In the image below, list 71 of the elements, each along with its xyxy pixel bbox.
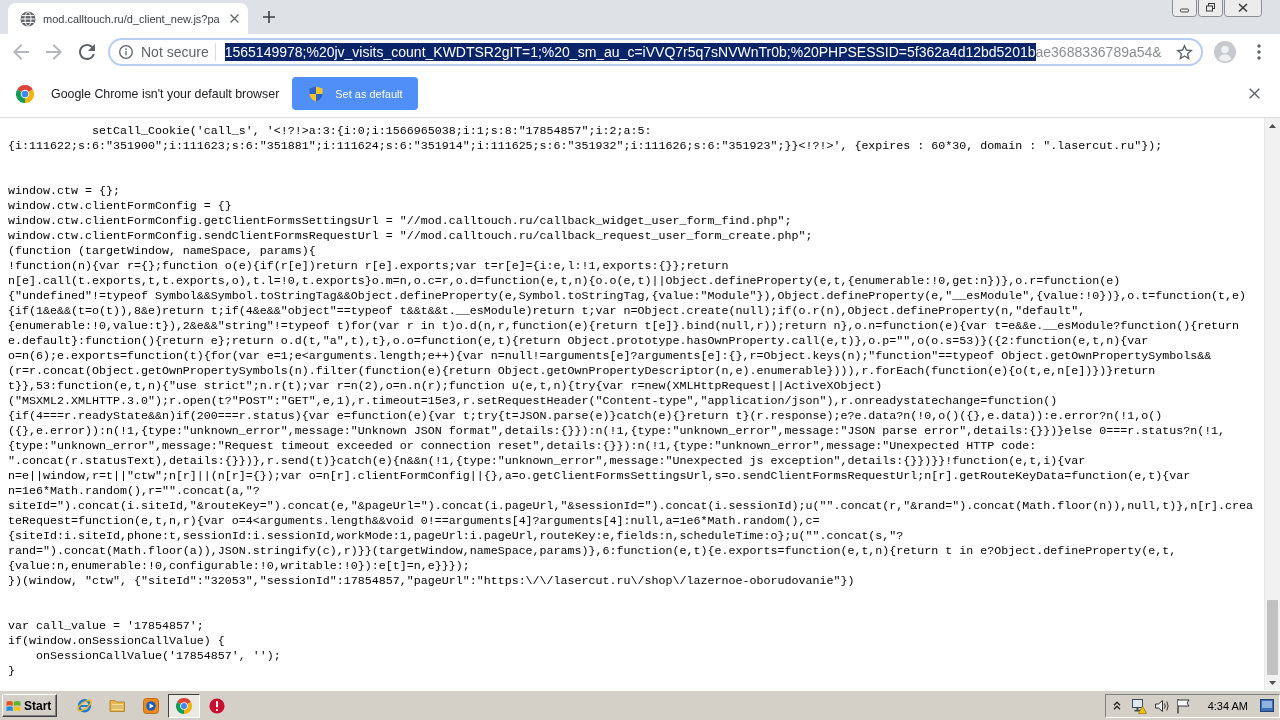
close-icon[interactable] [1249, 88, 1260, 99]
browser-tab[interactable]: mod.calltouch.ru/d_client_new.js?pa [8, 3, 248, 34]
code-line: !function(n){var r={};function o(e){if(r[e])return r[e].exports;var t=r[e]={i:e,l:!1,exports:{}};return [8, 259, 729, 274]
menu-icon[interactable] [1257, 44, 1261, 60]
scrollbar[interactable] [1264, 118, 1280, 690]
code-line: var call_value = '17854857'; [8, 619, 204, 634]
address-bar[interactable]: Not secure 1565149978;%20jv_visits_count_KWDTSR2gIT=1;%20_sm_au_c=iVVQ7r5q7sNVWnTr0b;%20PHPSESSID=5f362a4d12bd5201bae3688336789a54& [108, 38, 1203, 66]
plus-icon[interactable] [263, 11, 275, 23]
star-icon[interactable] [1176, 44, 1193, 60]
start-button[interactable]: Start [2, 694, 58, 717]
code-line: (function (targetWindow, nameSpace, params){ [8, 244, 316, 259]
code-line: ("MSXML2.XMLHTTP.3.0");r.open(t?"POST":"GET",e,1),r.timeout=15e3,r.setRequestHeader("Content-type","application/json"),r.onreadystatechange=function() [8, 394, 1058, 409]
folder-icon [109, 698, 127, 713]
restore-icon[interactable] [1198, 0, 1223, 17]
code-line: siteId=").concat(i.siteId,"&routeKey=").concat(e,"&pageUrl=").concat(i.pageUrl,"&sessionId=").concat(i.sessionId);u("".concat(r,"&rand=").concat(Math.floor(n)),null,t)},n[r].crea [8, 499, 1254, 514]
network-icon[interactable] [1130, 697, 1147, 714]
code-line: ".concat(r.statusText),details:{}})},r.send(t)}catch(e){n&&n(!1,{type:"unknown_error",message:"Unexpected js exception",details:{}})}}!function(e,t,i){var [8, 454, 1086, 469]
scroll-down-icon[interactable] [1269, 680, 1276, 685]
taskbar-button[interactable] [142, 697, 159, 714]
code-line: {enumerable:!0,value:t}),2&e&&"string"!=typeof t)for(var r in t)o.d(n,r,function(e){return t[e]}.bind(null,r));return n},o.n=function(e){var t=e&&e.__esModule?function(){return [8, 319, 1240, 334]
code-line: onSessionCallValue('17854857', ''); [34, 649, 281, 664]
url-text: 1565149978;%20jv_visits_count_KWDTSR2gIT=1;%20_sm_au_c=iVVQ7r5q7sNVWnTr0b;%20PHPSESSID=5f362a4d12bd5201b [224, 43, 1036, 61]
code-line: {value:n,enumerable:!0,configurable:!0,writable:!0}):e[t]=n,e}}}); [8, 559, 470, 574]
code-line: ({},e.error)):n(!1,{type:"unknown_error",message:"Unknown JSON format",details:{}}):n(!1,{type:"unknown_error",message:"JSON parse error",details:{}})}else 0===r.status?n(!1, [8, 424, 1226, 439]
code-line: n=e||window,r=t||"ctw";n[r]||(n[r]={});var o=n[r].clientFormConfig||{},a=o.getClientFormsSettingsUrl,s=o.sendClientFormsRequestUrl;n[r].getRouteKeyData=function(e,t){var [8, 469, 1191, 484]
code-line: {type:"unknown_error",message:"Request timeout exceeded or connection reset",details:{}}):n(!1,{type:"unknown_error",message:"Unexpected HTTP code: [8, 439, 1037, 454]
clock-text[interactable]: 4:34 AM [1207, 699, 1248, 712]
code-line: } [8, 664, 15, 679]
reload-icon[interactable] [78, 44, 95, 60]
close-icon[interactable] [230, 14, 239, 23]
security-label: Not secure [141, 44, 209, 60]
code-line: if(window.onSessionCallValue) { [8, 634, 225, 649]
shield-icon [309, 85, 324, 102]
code-line: })(window, "ctw", {"siteId":"32053","sessionId":17854857,"pageUrl":"https:\/\/lasercut.ru\/shop\/lazernoe-oborudovanie"}) [8, 574, 855, 589]
alert-circle-icon [208, 697, 225, 714]
chevron-up-icon[interactable] [1112, 701, 1121, 710]
taskbar-button[interactable] [208, 697, 225, 714]
code-line: window.ctw.clientFormConfig.sendClientFormsRequestUrl = "//mod.calltouch.ru/callback_request_user_form_create.php"; [8, 229, 813, 244]
scrollbar-thumb[interactable] [1267, 600, 1278, 675]
code-line: setCall_Cookie('call_s', '<!?!>a:3:{i:0;i:1566965038;i:1;s:8:"17854857";i:2;a:5: [90, 124, 652, 139]
code-line: teRequest=function(e,t,n,r){var o=4<arguments.length&&void 0!==arguments[4]?arguments[4]:null,a=1e6*Math.random(),c= [8, 514, 820, 529]
close-icon[interactable] [1224, 0, 1262, 17]
code-line: t}},53:function(e,t,n){"use strict";n.r(t);var r=n(2),o=n.n(r);function u(e,t,n){try{var r=new(XMLHttpRequest||ActiveXObject) [8, 379, 883, 394]
scroll-up-icon[interactable] [1269, 123, 1276, 128]
start-logo-icon [6, 699, 21, 712]
browser-logo-icon [16, 84, 34, 103]
code-line: n[e].call(t.exports,t,t.exports,o),t.l=!0,t.exports}o.m=n,o.c=r,o.d=function(e,t,n){o.o(e,t)||Object.defineProperty(e,t,{enumerable:!0,get:n})},o.r=function(e) [8, 274, 1121, 289]
play-tile-icon [142, 697, 159, 714]
code-line: (r=r.concat(Object.getOwnPropertySymbols(n).filter(function(e){return Object.getOwnPropertyDescriptor(n,e).enumerable}))),r.forEach(function(e){o(t,e,n[e])})}return [8, 364, 1156, 379]
code-line: {if(4===r.readyState&&n)if(200===r.status){var e=function(e){var t;try{t=JSON.parse(e)}catch(e){}return t}(r.response);e?e.data?n(!0,o()({},e.data)):e.error?n(!1,o() [8, 409, 1163, 424]
infobar-message: Google Chrome isn't your default browser [51, 86, 280, 101]
code-line: e.default}:function(){return e};return o.d(t,"a",t),t},o.o=function(e,t){return Object.prototype.hasOwnProperty.call(e,t)},o.p="",o(o.s=53)}({2:function(e,t,n){var [8, 334, 1149, 349]
code-line: window.ctw = {}; [8, 184, 120, 199]
speaker-icon[interactable] [1153, 697, 1170, 714]
code-line: {i:111622;s:6:"351900";i:111623;s:6:"351881";i:111624;s:6:"351914";i:111625;s:6:"351932";i:111626;s:6:"351923";}}<!?!>', {expires : 60*30, domain : ".lasercut.ru"}); [8, 139, 1163, 154]
code-line: {siteId:i.siteId,phone:t,sessionId:i.sessionId,workMode:1,pageUrl:i.pageUrl,routeKey:e,fields:n,scheduleTime:o};u("".concat(s,"? [8, 529, 904, 544]
url-text: ae3688336789a54& [1035, 43, 1162, 61]
swoosh-circle-icon [76, 697, 94, 714]
show-desktop-icon[interactable] [1260, 699, 1274, 712]
taskbar-button[interactable] [167, 693, 200, 718]
info-icon[interactable] [119, 45, 133, 59]
browser-logo-icon [175, 697, 192, 714]
code-line: rand=").concat(Math.floor(a)),JSON.stringify(c),r)}}(targetWindow,nameSpace,params)},6:function(e,t){e.exports=function(e,t,n){return t in e?Object.defineProperty(e,t, [8, 544, 1177, 559]
code-line: {if(1&e&&(t=o(t)),8&e)return t;if(4&e&&"object"==typeof t&&t&&t.__esModule)return t;var n=Object.create(null);if(o.r(n),Object.defineProperty(n,"default", [8, 304, 1086, 319]
globe-icon [20, 10, 36, 27]
code-line: window.ctw.clientFormConfig.getClientFormsSettingsUrl = "//mod.calltouch.ru/callback_widget_user_form_find.php"; [8, 214, 792, 229]
code-line: n=1e6*Math.random(),r="".concat(a,"? [8, 484, 260, 499]
code-line: {"undefined"!=typeof Symbol&&Symbol.toStringTag&&Object.defineProperty(e,Symbol.toStringTag,{value:"Module"}),Object.defineProperty(e,"__esModule",{value:!0})},o.t=function(t,e) [8, 289, 1247, 304]
flag-icon[interactable] [1175, 697, 1190, 714]
code-line: o=n(6);e.exports=function(t){for(var e=1;e<arguments.length;e++){var n=null!=arguments[e]?arguments[e]:{},r=Object.keys(n);"function"==typeof Object.getOwnPropertySymbols&& [8, 349, 1212, 364]
code-line: window.ctw.clientFormConfig = {} [8, 199, 232, 214]
